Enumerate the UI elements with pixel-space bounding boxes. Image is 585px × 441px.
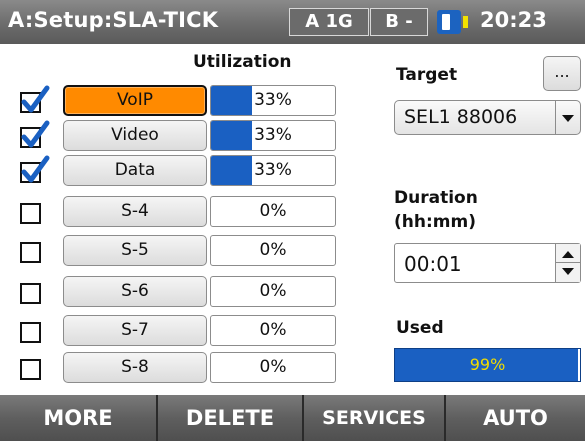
utilization-field[interactable]: 33% <box>210 120 336 151</box>
service-checkbox[interactable] <box>20 359 41 380</box>
service-button[interactable]: S-7 <box>63 315 207 346</box>
utilization-header: Utilization <box>193 52 292 72</box>
target-value: SEL1 88006 <box>404 106 518 128</box>
spin-up-icon[interactable] <box>562 251 574 258</box>
service-button[interactable]: Data <box>63 155 207 186</box>
screen-title: A:Setup:SLA-TICK <box>8 8 219 32</box>
utilization-field[interactable]: 33% <box>210 155 336 186</box>
duration-spinner[interactable] <box>555 244 580 282</box>
utilization-field[interactable]: 0% <box>210 276 336 307</box>
service-button[interactable]: S-4 <box>63 196 207 227</box>
softkey-bar: MORE DELETE SERVICES AUTO <box>0 395 585 441</box>
utilization-field[interactable]: 0% <box>210 315 336 346</box>
utilization-value: 33% <box>254 90 292 110</box>
service-checkbox[interactable] <box>20 120 50 148</box>
utilization-value: 0% <box>259 357 287 377</box>
service-button[interactable]: S-8 <box>63 352 207 383</box>
duration-field[interactable]: 00:01 <box>394 243 581 283</box>
service-button[interactable]: Video <box>63 120 207 151</box>
more-softkey[interactable]: MORE <box>0 395 158 441</box>
duration-value: 00:01 <box>404 252 462 276</box>
utilization-value: 33% <box>254 125 292 145</box>
service-button[interactable]: VoIP <box>63 85 207 116</box>
port-b-status[interactable]: B - <box>370 8 428 36</box>
service-button[interactable]: S-6 <box>63 276 207 307</box>
service-checkbox[interactable] <box>20 203 41 224</box>
utilization-value: 0% <box>259 240 287 260</box>
utilization-value: 0% <box>259 281 287 301</box>
utilization-value: 0% <box>259 320 287 340</box>
checkmark-icon <box>21 120 50 148</box>
battery-icon <box>437 10 461 34</box>
duration-label: Duration <box>394 188 478 208</box>
utilization-field[interactable]: 0% <box>210 352 336 383</box>
service-checkbox[interactable] <box>20 283 41 304</box>
service-checkbox[interactable] <box>20 155 50 183</box>
target-select[interactable]: SEL1 88006 <box>394 100 581 135</box>
utilization-field[interactable]: 0% <box>210 196 336 227</box>
battery-tip <box>463 16 468 28</box>
target-label: Target <box>396 65 458 85</box>
service-checkbox[interactable] <box>20 85 50 113</box>
auto-softkey[interactable]: AUTO <box>446 395 585 441</box>
title-bar: A:Setup:SLA-TICK A 1G B - 20:23 <box>0 0 585 44</box>
utilization-field[interactable]: 0% <box>210 235 336 266</box>
service-button[interactable]: S-5 <box>63 235 207 266</box>
checkmark-icon <box>21 155 50 183</box>
utilization-value: 0% <box>259 201 287 221</box>
duration-units-label: (hh:mm) <box>394 212 476 232</box>
used-progress-bar: 99% <box>394 348 581 382</box>
service-checkbox[interactable] <box>20 242 41 263</box>
utilization-value: 33% <box>254 160 292 180</box>
service-checkbox[interactable] <box>20 322 41 343</box>
spinner-divider <box>556 262 580 263</box>
chevron-down-icon[interactable] <box>555 101 580 134</box>
used-label: Used <box>396 318 444 338</box>
checkmark-icon <box>21 85 50 113</box>
services-softkey[interactable]: SERVICES <box>304 395 446 441</box>
used-value: 99% <box>469 355 506 374</box>
target-browse-button[interactable]: ... <box>543 56 581 91</box>
spin-down-icon[interactable] <box>562 268 574 275</box>
port-a-status[interactable]: A 1G <box>289 8 369 36</box>
utilization-field[interactable]: 33% <box>210 85 336 116</box>
clock: 20:23 <box>480 8 547 32</box>
delete-softkey[interactable]: DELETE <box>158 395 304 441</box>
